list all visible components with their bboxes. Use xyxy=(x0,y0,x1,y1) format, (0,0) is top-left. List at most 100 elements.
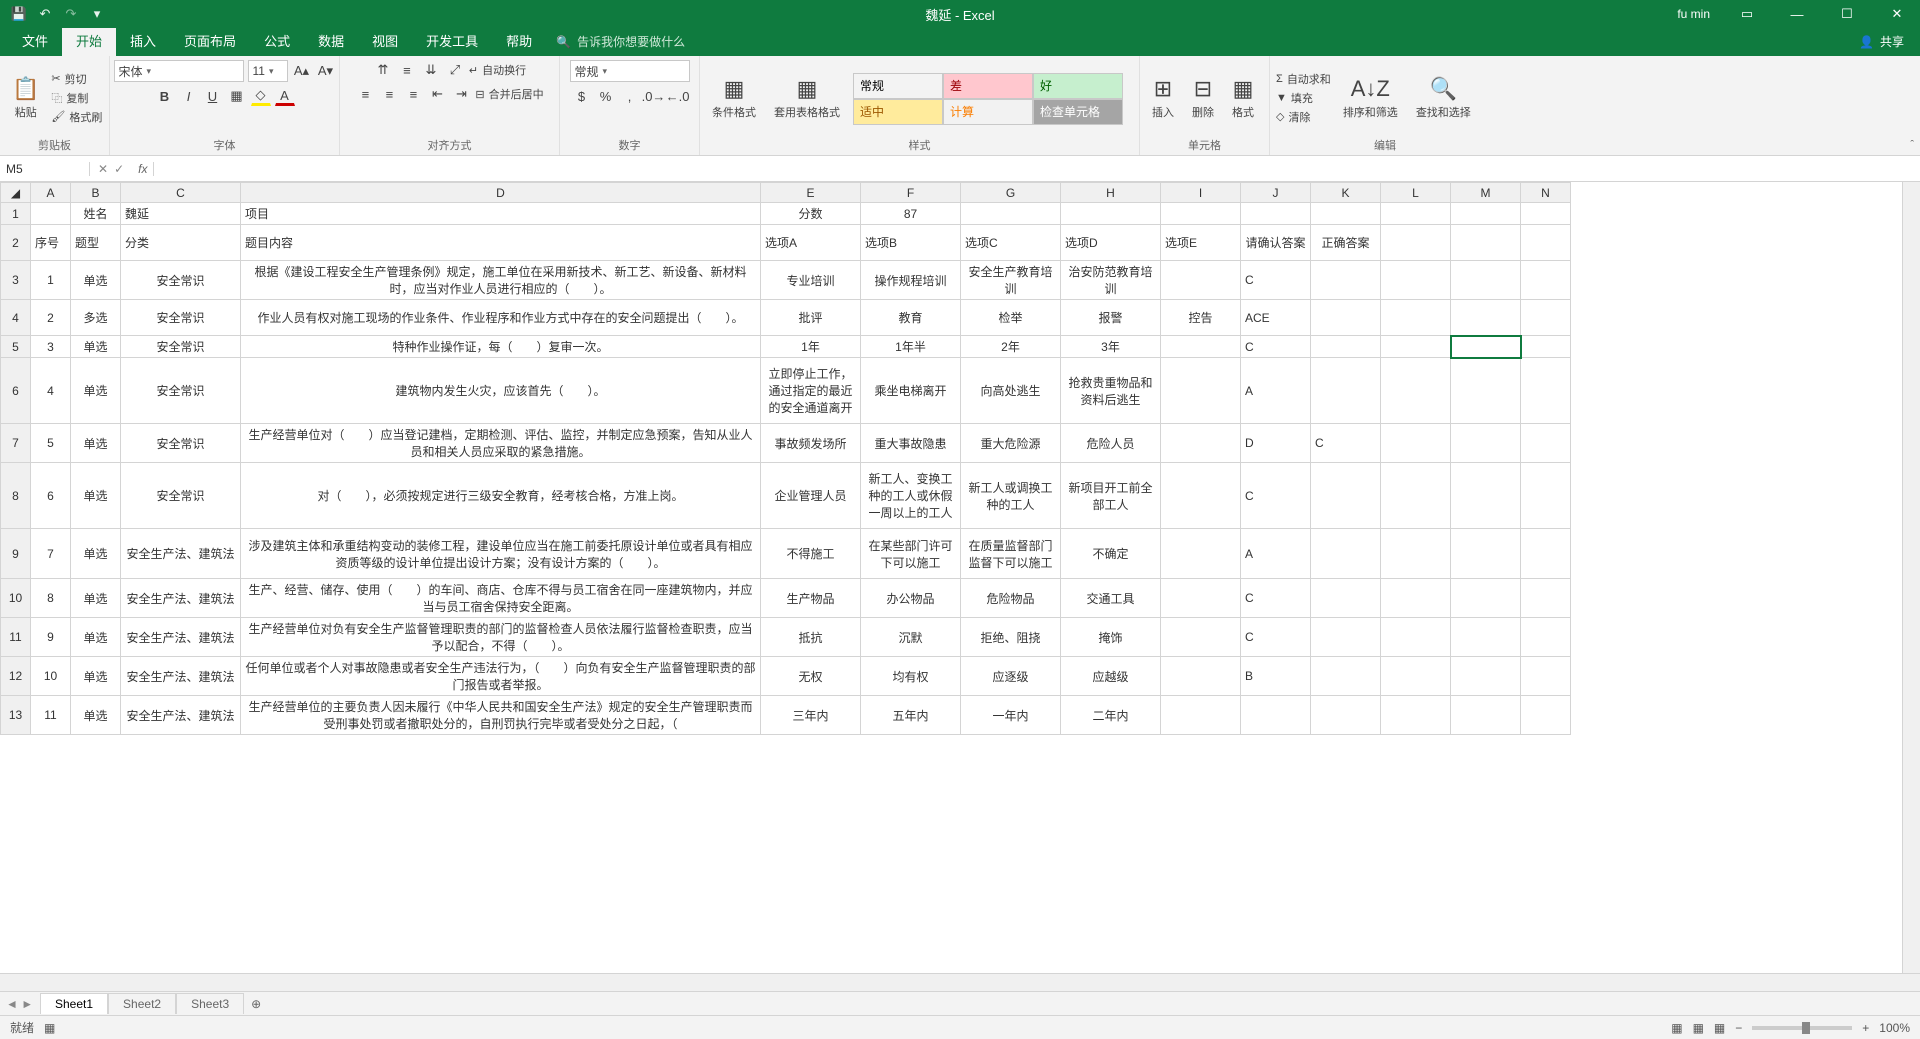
copy-button[interactable]: ⿻复制 xyxy=(51,90,102,106)
user-name[interactable]: fu min xyxy=(1667,7,1720,21)
cell[interactable]: 批评 xyxy=(761,300,861,336)
col-header[interactable]: L xyxy=(1381,183,1451,203)
tab-view[interactable]: 视图 xyxy=(358,25,412,56)
vertical-scrollbar[interactable] xyxy=(1902,182,1920,973)
cell[interactable]: 选项D xyxy=(1061,225,1161,261)
maximize-button[interactable]: ☐ xyxy=(1824,0,1870,28)
align-top-icon[interactable]: ⇈ xyxy=(373,60,393,80)
cell[interactable]: ACE xyxy=(1241,300,1311,336)
cell[interactable]: 多选 xyxy=(71,300,121,336)
row-header[interactable]: 11 xyxy=(1,618,31,657)
cell[interactable]: 重大危险源 xyxy=(961,424,1061,463)
cell[interactable]: 题型 xyxy=(71,225,121,261)
select-all-corner[interactable]: ◢ xyxy=(1,183,31,203)
cell[interactable]: 治安防范教育培训 xyxy=(1061,261,1161,300)
cell[interactable]: 专业培训 xyxy=(761,261,861,300)
decrease-decimal-icon[interactable]: ←.0 xyxy=(668,86,688,106)
style-calc[interactable]: 计算 xyxy=(943,99,1033,125)
sheet-tab[interactable]: Sheet1 xyxy=(40,993,108,1014)
clear-button[interactable]: ◇清除 xyxy=(1276,109,1331,125)
orientation-icon[interactable]: ⤢ xyxy=(445,60,465,80)
cell[interactable]: C xyxy=(1241,463,1311,529)
font-size-combo[interactable]: 11▾ xyxy=(248,60,288,82)
col-header[interactable]: A xyxy=(31,183,71,203)
autosum-button[interactable]: Σ自动求和 xyxy=(1276,71,1331,87)
cell[interactable]: 安全生产法、建筑法 xyxy=(121,696,241,735)
indent-increase-icon[interactable]: ⇥ xyxy=(451,84,471,104)
cell[interactable]: 序号 xyxy=(31,225,71,261)
find-select-button[interactable]: 🔍查找和选择 xyxy=(1410,74,1477,122)
tab-insert[interactable]: 插入 xyxy=(116,25,170,56)
cell[interactable]: 安全常识 xyxy=(121,261,241,300)
cell[interactable]: 安全生产教育培训 xyxy=(961,261,1061,300)
col-header[interactable]: B xyxy=(71,183,121,203)
row-header[interactable]: 9 xyxy=(1,529,31,579)
cell[interactable]: 二年内 xyxy=(1061,696,1161,735)
cell[interactable]: 单选 xyxy=(71,463,121,529)
cell[interactable]: A xyxy=(1241,358,1311,424)
row-header[interactable]: 6 xyxy=(1,358,31,424)
horizontal-scrollbar[interactable] xyxy=(0,973,1920,991)
cell[interactable]: 7 xyxy=(31,529,71,579)
cell[interactable]: 请确认答案 xyxy=(1241,225,1311,261)
cell[interactable]: 重大事故隐患 xyxy=(861,424,961,463)
cell[interactable]: 单选 xyxy=(71,618,121,657)
tab-file[interactable]: 文件 xyxy=(8,25,62,56)
cell[interactable]: 立即停止工作，通过指定的最近的安全通道离开 xyxy=(761,358,861,424)
cell[interactable]: 企业管理人员 xyxy=(761,463,861,529)
cell[interactable]: 掩饰 xyxy=(1061,618,1161,657)
cell[interactable]: 安全常识 xyxy=(121,358,241,424)
cell[interactable]: 10 xyxy=(31,657,71,696)
zoom-out-button[interactable]: − xyxy=(1735,1021,1742,1035)
bold-icon[interactable]: B xyxy=(155,86,175,106)
view-page-break-icon[interactable]: ▦ xyxy=(1714,1021,1725,1035)
tab-developer[interactable]: 开发工具 xyxy=(412,25,492,56)
tab-formulas[interactable]: 公式 xyxy=(250,25,304,56)
cell[interactable]: 一年内 xyxy=(961,696,1061,735)
col-header[interactable]: H xyxy=(1061,183,1161,203)
cell[interactable]: 分数 xyxy=(761,203,861,225)
border-icon[interactable]: ▦ xyxy=(227,86,247,106)
cell[interactable]: 在某些部门许可下可以施工 xyxy=(861,529,961,579)
enter-formula-icon[interactable]: ✓ xyxy=(114,162,124,176)
col-header[interactable]: I xyxy=(1161,183,1241,203)
format-cells-button[interactable]: ▦格式 xyxy=(1226,74,1260,122)
col-header[interactable]: J xyxy=(1241,183,1311,203)
cell[interactable]: 5 xyxy=(31,424,71,463)
cell[interactable]: 任何单位或者个人对事故隐患或者安全生产违法行为，（ ）向负有安全生产监督管理职责… xyxy=(241,657,761,696)
cell-styles-gallery[interactable]: 常规 差 好 适中 计算 检查单元格 xyxy=(852,72,1122,124)
cell[interactable]: C xyxy=(1241,618,1311,657)
cell[interactable]: 3 xyxy=(31,336,71,358)
col-header[interactable]: F xyxy=(861,183,961,203)
cell[interactable]: 分类 xyxy=(121,225,241,261)
font-name-combo[interactable]: 宋体▾ xyxy=(114,60,244,82)
cell[interactable]: 2年 xyxy=(961,336,1061,358)
sheet-tab[interactable]: Sheet2 xyxy=(108,993,176,1014)
cell[interactable]: 9 xyxy=(31,618,71,657)
cell[interactable]: 涉及建筑主体和承重结构变动的装修工程，建设单位应当在施工前委托原设计单位或者具有… xyxy=(241,529,761,579)
col-header[interactable]: N xyxy=(1521,183,1571,203)
fill-color-icon[interactable]: ◇ xyxy=(251,86,271,106)
cell[interactable]: D xyxy=(1241,424,1311,463)
col-header[interactable]: C xyxy=(121,183,241,203)
redo-icon[interactable]: ↷ xyxy=(62,5,80,23)
conditional-format-button[interactable]: ▦条件格式 xyxy=(706,74,762,122)
cell[interactable]: 不确定 xyxy=(1061,529,1161,579)
insert-cells-button[interactable]: ⊞插入 xyxy=(1146,74,1180,122)
cell[interactable]: 对（ ），必须按规定进行三级安全教育，经考核合格，方准上岗。 xyxy=(241,463,761,529)
cell[interactable]: 三年内 xyxy=(761,696,861,735)
align-left-icon[interactable]: ≡ xyxy=(355,84,375,104)
cell[interactable]: 操作规程培训 xyxy=(861,261,961,300)
row-header[interactable]: 2 xyxy=(1,225,31,261)
paste-button[interactable]: 📋粘贴 xyxy=(6,74,45,122)
row-header[interactable]: 12 xyxy=(1,657,31,696)
cell[interactable]: 均有权 xyxy=(861,657,961,696)
style-check[interactable]: 检查单元格 xyxy=(1033,99,1123,125)
cell[interactable]: 乘坐电梯离开 xyxy=(861,358,961,424)
add-sheet-button[interactable]: ⊕ xyxy=(244,994,268,1014)
cancel-formula-icon[interactable]: ✕ xyxy=(98,162,108,176)
cell[interactable]: 危险物品 xyxy=(961,579,1061,618)
cell[interactable]: 安全生产法、建筑法 xyxy=(121,618,241,657)
cell[interactable]: 6 xyxy=(31,463,71,529)
zoom-level[interactable]: 100% xyxy=(1879,1021,1910,1035)
